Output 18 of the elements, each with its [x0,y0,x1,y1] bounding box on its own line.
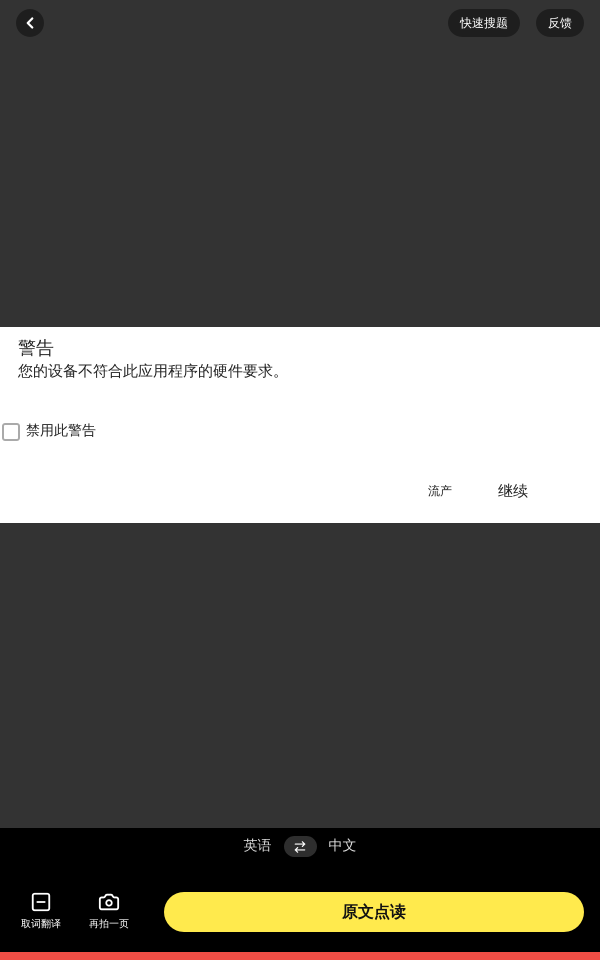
source-language[interactable]: 英语 [244,836,272,857]
dialog-title: 警告 [18,337,55,361]
dialog-button[interactable]: 继续 [498,480,528,502]
select-icon [30,891,52,913]
dialog-message: 您的设备不符合此应用程序的硬件要求。 [18,361,289,381]
camera-icon [98,891,120,913]
back-button[interactable] [16,9,44,37]
top-button[interactable]: 反馈 [536,9,584,37]
swap-button[interactable] [284,836,316,857]
target-language[interactable]: 中文 [328,836,356,857]
checkbox[interactable] [2,422,20,440]
dialog-button[interactable]: 流产 [428,482,452,500]
swap-icon [293,840,307,854]
checkbox-label: 禁用此警告 [26,422,96,441]
read-aloud-button[interactable]: 原文点读 [164,892,584,932]
tool-button[interactable]: 再拍一页 [86,891,132,932]
tool-button[interactable]: 取词翻译 [18,891,64,932]
top-button[interactable]: 快速搜题 [448,9,520,37]
